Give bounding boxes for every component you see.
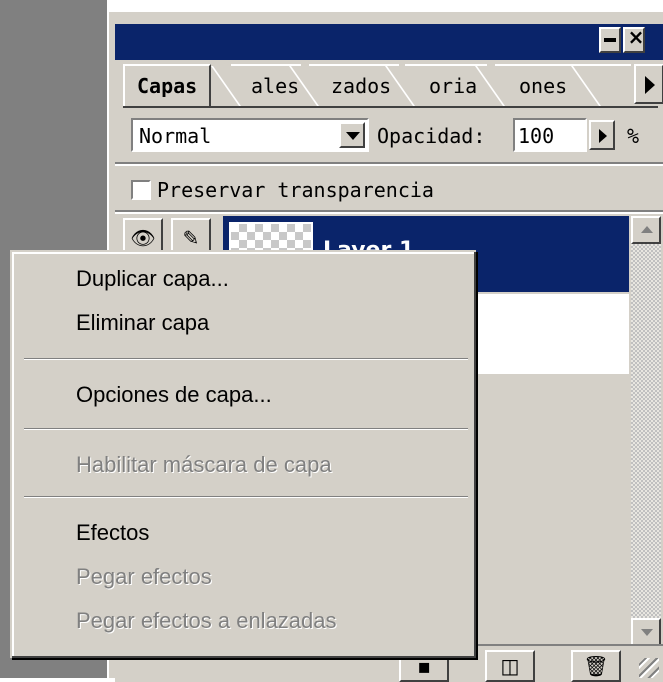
tab-empty [570, 64, 631, 108]
percent-sign: % [627, 124, 640, 148]
resize-grip[interactable] [639, 658, 659, 678]
menu-item-effects[interactable]: Efectos [76, 520, 149, 546]
menu-item-duplicate-layer[interactable]: Duplicar capa... [76, 266, 229, 292]
opacity-value: 100 [518, 124, 555, 148]
menu-item-paste-effects-linked[interactable]: Pegar efectos a enlazadas [76, 608, 337, 634]
palette-menu-button[interactable] [634, 64, 663, 104]
vertical-scrollbar[interactable] [631, 216, 661, 646]
menu-item-delete-layer[interactable]: Eliminar capa [76, 310, 209, 336]
blend-mode-dropdown-button[interactable] [339, 122, 365, 148]
layer-context-menu: Duplicar capa... Eliminar capa Opciones … [10, 250, 476, 658]
minimize-button[interactable] [599, 27, 621, 53]
divider [115, 162, 663, 166]
preserve-transparency-label: Preservar transparencia [157, 178, 434, 202]
tab-capas[interactable]: Capas [123, 64, 212, 108]
play-arrow-icon [645, 76, 655, 94]
blend-mode-select[interactable]: Normal [131, 118, 369, 152]
blend-mode-value: Normal [139, 124, 212, 148]
trash-icon[interactable]: 🗑 [571, 650, 621, 682]
menu-item-enable-layer-mask[interactable]: Habilitar máscara de capa [76, 452, 332, 478]
tab-canales[interactable]: ales [210, 64, 301, 108]
palette-titlebar[interactable]: × [115, 24, 663, 60]
close-button[interactable]: × [623, 25, 645, 53]
tab-historia[interactable]: oria [384, 64, 487, 108]
menu-item-paste-effects[interactable]: Pegar efectos [76, 564, 212, 590]
menu-separator [24, 496, 468, 498]
divider [115, 210, 663, 214]
opacity-label: Opacidad: [377, 124, 486, 148]
menu-separator [24, 428, 468, 430]
tab-divider [123, 106, 658, 108]
dropdown-arrow-icon [346, 132, 360, 140]
scroll-up-button[interactable] [631, 216, 661, 244]
play-arrow-icon [599, 129, 607, 143]
menu-item-layer-options[interactable]: Opciones de capa... [76, 382, 272, 408]
preserve-transparency-checkbox[interactable] [131, 180, 151, 200]
scroll-down-button[interactable] [631, 618, 661, 646]
scroll-down-icon [641, 629, 653, 636]
opacity-input[interactable]: 100 [513, 118, 587, 152]
opacity-slider-button[interactable] [589, 120, 615, 150]
new-layer-icon[interactable]: ◫ [485, 650, 535, 682]
close-icon: × [627, 25, 645, 49]
menu-separator [24, 358, 468, 360]
tab-trazados[interactable]: zados [288, 64, 399, 108]
palette-tab-row: Capas ales zados oria ones [123, 64, 663, 108]
scroll-up-icon [641, 226, 653, 233]
minimize-icon [604, 38, 616, 42]
